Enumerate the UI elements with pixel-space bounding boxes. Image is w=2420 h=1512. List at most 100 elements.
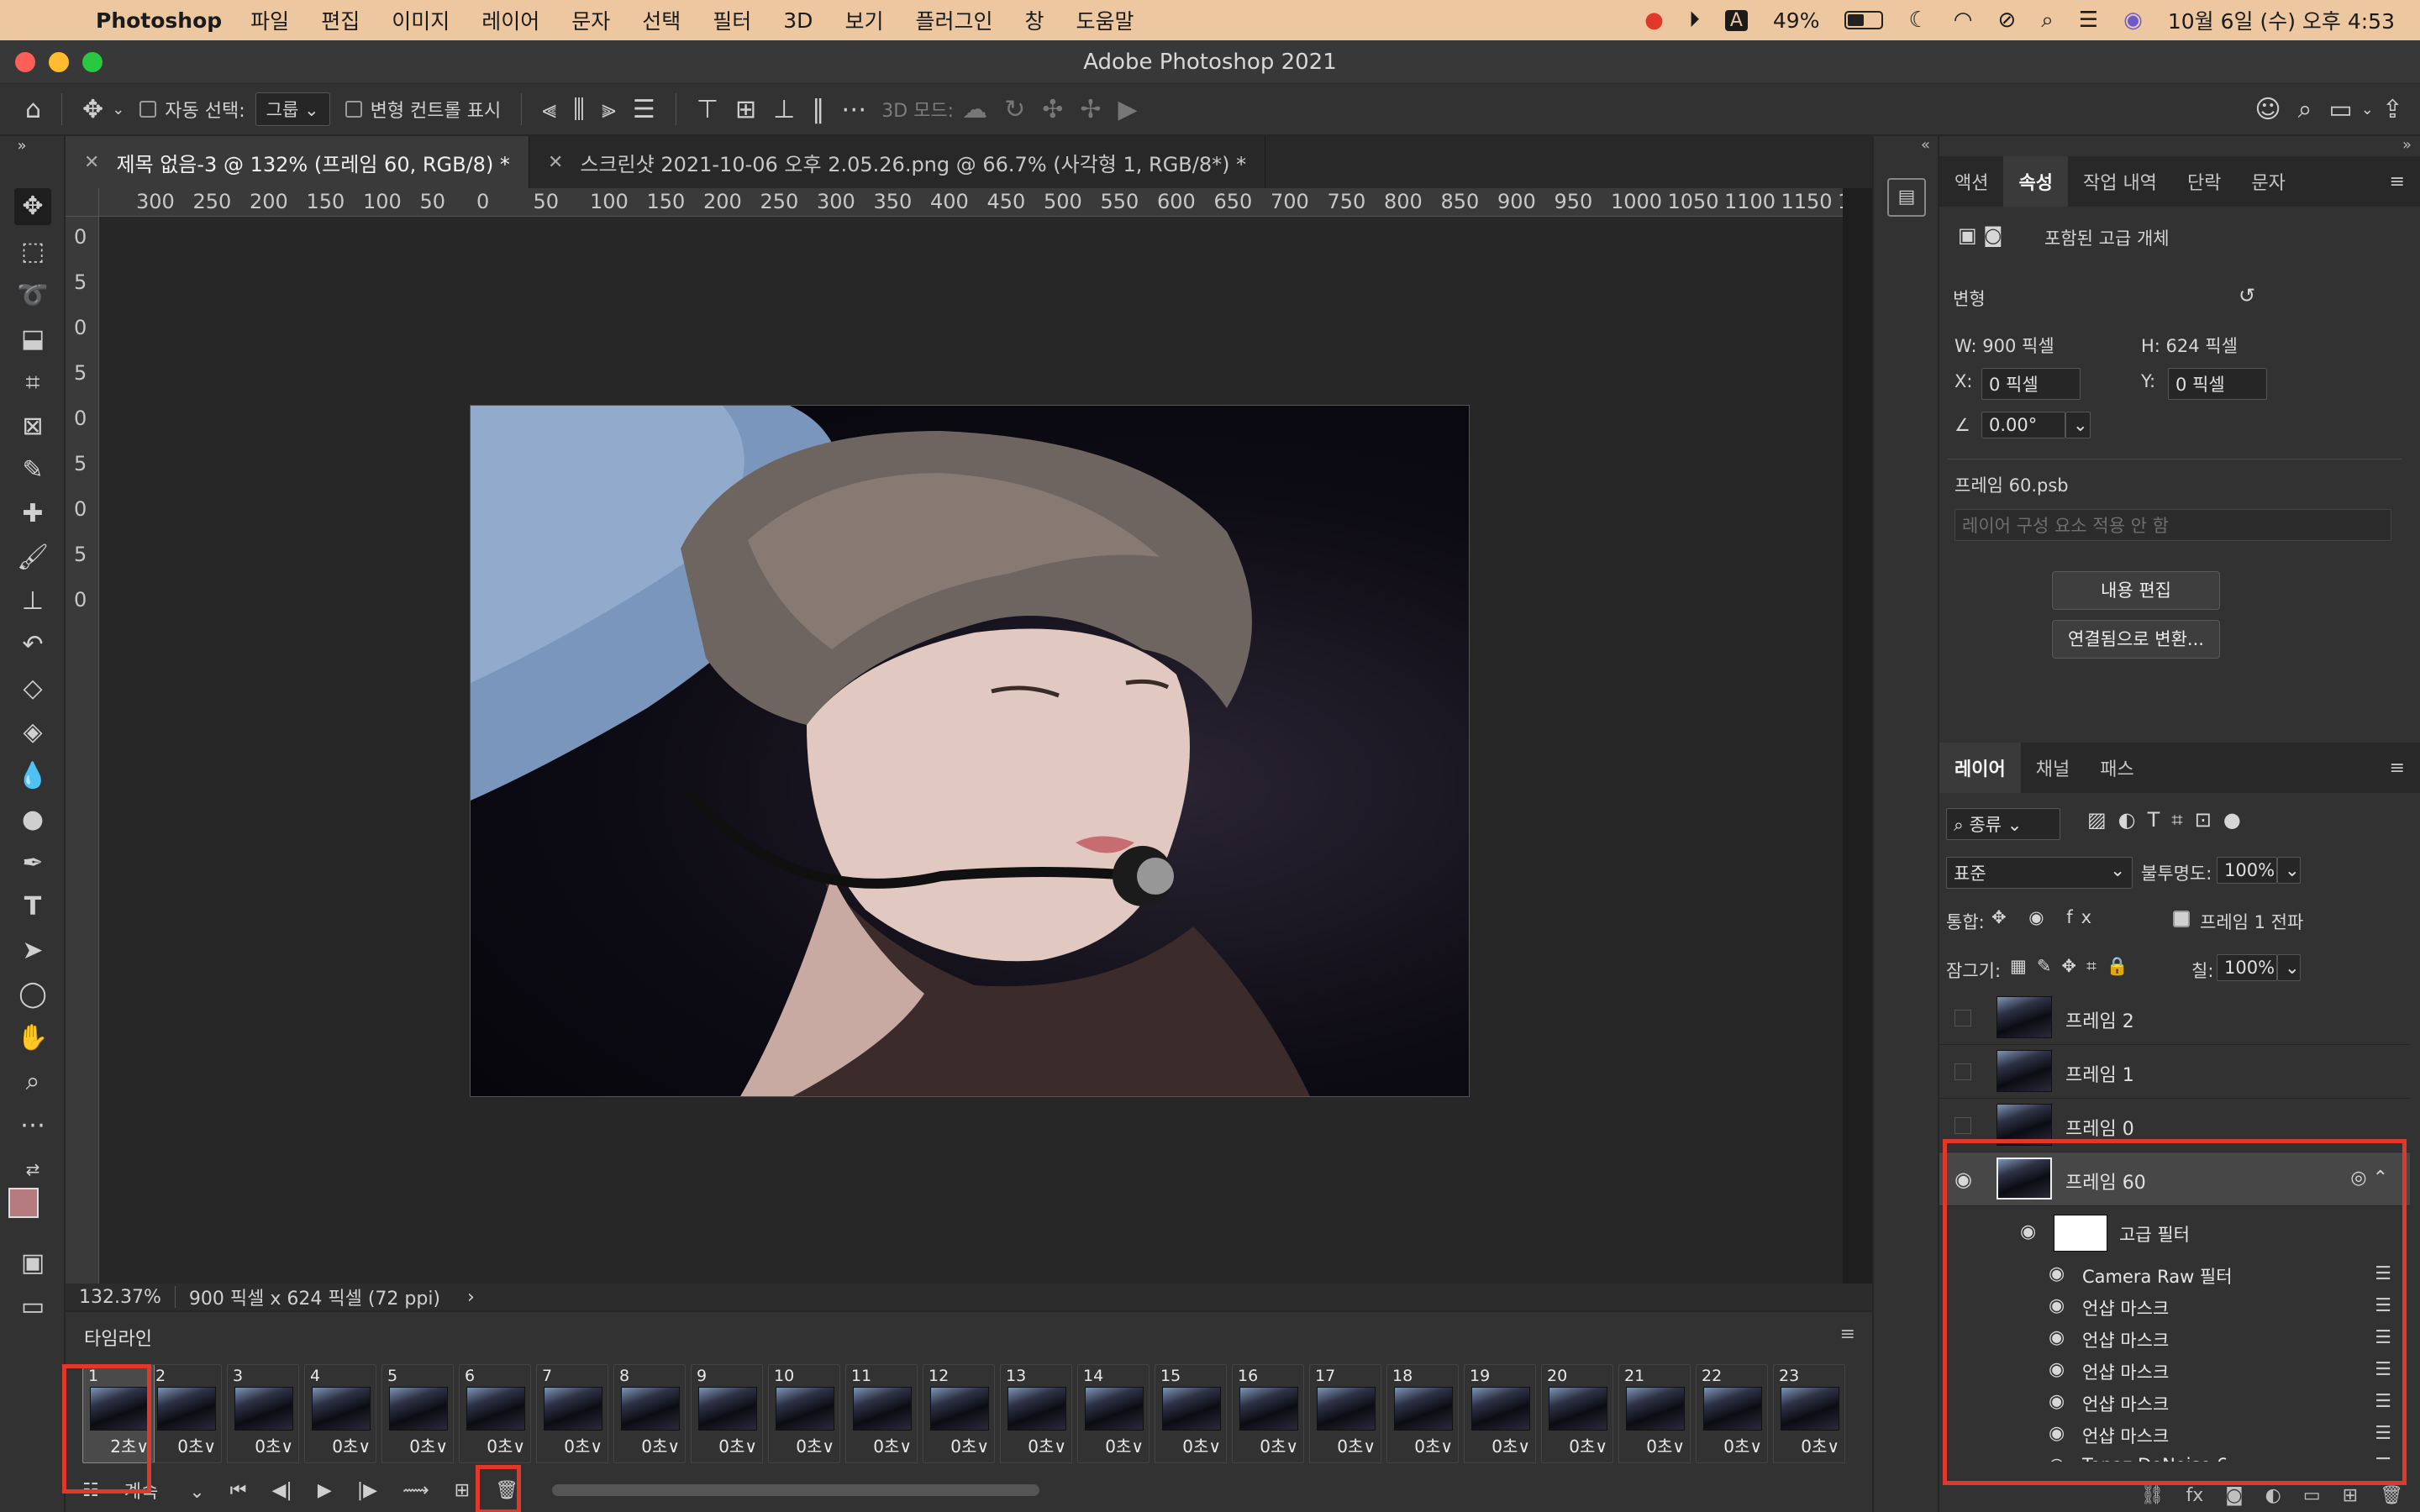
play-icon[interactable]: ▶ [318, 1480, 332, 1501]
play-circle-icon[interactable]: ⏵ [1689, 8, 1700, 34]
filter-type-icons[interactable]: ▨◐T⌗⊡● [2087, 808, 2253, 832]
blending-options-icon[interactable]: ☰ [2375, 1263, 2391, 1284]
timeline-frame[interactable]: 16 0초∨ [1232, 1364, 1304, 1463]
mute-icon[interactable]: ⊘ [1997, 8, 2016, 33]
eye-icon[interactable]: ◉ [1954, 1168, 1972, 1191]
timeline-frame[interactable]: 5 0초∨ [381, 1364, 454, 1463]
layer-comp-dropdown[interactable]: 레이어 구성 요소 적용 안 함 [1954, 509, 2391, 541]
crop-tool-icon[interactable]: ⌗ [14, 365, 51, 402]
menu-layer[interactable]: 레이어 [481, 5, 539, 35]
frame-delay-dropdown[interactable]: 0초∨ [332, 1433, 371, 1457]
timeline-frame[interactable]: 14 0초∨ [1077, 1364, 1150, 1463]
slide-3d-icon[interactable]: ✢ [1080, 95, 1101, 124]
path-select-tool-icon[interactable]: ➤ [14, 932, 51, 969]
dodge-tool-icon[interactable]: ● [14, 801, 51, 838]
orbit-3d-icon[interactable]: ☁ [962, 95, 987, 124]
smart-filter-row[interactable]: ◉ 언샵 마스크 ☰ [1939, 1322, 2410, 1354]
collapse-arrows-icon[interactable]: » [2402, 136, 2412, 154]
smart-filters-row[interactable]: ◉ 고급 필터 [1939, 1208, 2410, 1257]
visibility-toggle[interactable] [1954, 1117, 1971, 1134]
tween-icon[interactable]: ⟿ [402, 1480, 429, 1501]
smart-filter-options-icon[interactable]: ◎ ⌃ [2350, 1168, 2388, 1189]
auto-select-dropdown[interactable]: 그룹 ⌄ [255, 92, 330, 126]
layer-row-frame-1[interactable]: 프레임 1 [1939, 1045, 2410, 1099]
blending-options-icon[interactable]: ☰ [2375, 1391, 2391, 1412]
chevron-down-icon[interactable]: ⌄ [112, 101, 124, 118]
menu-plugins[interactable]: 플러그인 [915, 5, 992, 35]
timeline-frame[interactable]: 9 0초∨ [691, 1364, 763, 1463]
frame-delay-dropdown[interactable]: 0초∨ [718, 1433, 757, 1457]
panel-menu-icon[interactable]: ≡ [2375, 156, 2420, 207]
menu-3d[interactable]: 3D [783, 8, 813, 33]
menu-filter[interactable]: 필터 [713, 5, 751, 35]
add-mask-icon[interactable]: ◙ [2225, 1485, 2243, 1512]
close-icon[interactable]: ✕ [84, 152, 99, 173]
menu-image[interactable]: 이미지 [392, 5, 450, 35]
layer-filter-dropdown[interactable]: ⌕ 종류 ⌄ [1946, 808, 2060, 840]
stamp-tool-icon[interactable]: ⊥ [14, 583, 51, 620]
tab-channels[interactable]: 채널 [2021, 743, 2085, 793]
timeline-frame[interactable]: 4 0초∨ [304, 1364, 376, 1463]
quick-mask-icon[interactable]: ▣ [14, 1245, 51, 1282]
duplicate-frame-icon[interactable]: ⊞ [455, 1480, 470, 1501]
timeline-frame[interactable]: 10 0초∨ [768, 1364, 840, 1463]
menu-help[interactable]: 도움말 [1076, 5, 1134, 35]
home-icon[interactable]: ⌂ [25, 95, 41, 124]
frame-delay-dropdown[interactable]: 0초∨ [1414, 1433, 1453, 1457]
moon-icon[interactable]: ☾ [1908, 8, 1928, 33]
canvas-area[interactable] [99, 217, 1843, 1284]
transform-controls-checkbox[interactable] [345, 101, 362, 118]
menubar-clock[interactable]: 10월 6일 (수) 오후 4:53 [2168, 5, 2395, 35]
zoom-tool-icon[interactable]: ⌕ [14, 1063, 51, 1100]
frame-delay-dropdown[interactable]: 0초∨ [487, 1433, 525, 1457]
smart-filter-row[interactable]: ◉ Camera Raw 필터 ☰ [1939, 1258, 2410, 1290]
layer-row-frame-0[interactable]: 프레임 0 [1939, 1099, 2410, 1152]
fill-input[interactable]: 100% [2217, 954, 2277, 981]
move-tool-icon[interactable]: ✥ [82, 95, 103, 124]
tab-layers[interactable]: 레이어 [1939, 743, 2021, 793]
more-tools-icon[interactable]: ⋯ [14, 1107, 51, 1144]
visibility-toggle[interactable] [1954, 1063, 1971, 1080]
frame-delay-dropdown[interactable]: 0초∨ [1337, 1433, 1376, 1457]
link-layers-icon[interactable]: ⛓ [2141, 1485, 2165, 1512]
menu-select[interactable]: 선택 [642, 5, 681, 35]
timeline-frame[interactable]: 3 0초∨ [227, 1364, 299, 1463]
edit-contents-button[interactable]: 내용 편집 [2052, 571, 2220, 610]
search-icon[interactable]: ⌕ [2298, 95, 2312, 124]
timeline-frame[interactable]: 1 2초∨ [82, 1364, 155, 1463]
healing-brush-tool-icon[interactable]: ✚ [14, 496, 51, 533]
auto-select-checkbox[interactable] [139, 101, 157, 118]
timeline-frame[interactable]: 12 0초∨ [923, 1364, 995, 1463]
timeline-frame[interactable]: 17 0초∨ [1309, 1364, 1381, 1463]
document-image[interactable] [470, 405, 1470, 1097]
loop-dropdown[interactable]: 계속 ⌄ [124, 1477, 205, 1504]
align-center-icon[interactable]: ⫼ [573, 95, 585, 124]
zoom-window-button[interactable] [82, 52, 103, 72]
search-icon[interactable]: ⌕ [2041, 8, 2054, 34]
blending-options-icon[interactable]: ☰ [2375, 1455, 2391, 1462]
menu-view[interactable]: 보기 [844, 5, 883, 35]
eye-icon[interactable]: ◉ [2049, 1295, 2065, 1316]
timeline-scrollbar[interactable] [552, 1484, 1039, 1496]
convert-to-linked-button[interactable]: 연결됨으로 변환... [2052, 620, 2220, 659]
angle-input[interactable]: 0.00° [1981, 412, 2065, 438]
tab-paragraph[interactable]: 단락 [2172, 156, 2236, 207]
frame-delay-dropdown[interactable]: 0초∨ [950, 1433, 989, 1457]
blur-tool-icon[interactable]: 💧 [14, 758, 51, 795]
hand-tool-icon[interactable]: ✋ [14, 1020, 51, 1057]
timeline-frame[interactable]: 21 0초∨ [1618, 1364, 1691, 1463]
notification-badge-icon[interactable]: ● [1644, 8, 1664, 33]
foreground-color-swatch[interactable] [8, 1188, 39, 1218]
new-layer-icon[interactable]: ⊞ [2343, 1485, 2358, 1512]
eye-icon[interactable]: ◉ [2049, 1391, 2065, 1412]
smart-filter-row[interactable]: ◉ 언샵 마스크 ☰ [1939, 1418, 2410, 1450]
zoom-level[interactable]: 132.37% [66, 1287, 175, 1308]
fill-dropdown[interactable]: ⌄ [2277, 954, 2301, 981]
timeline-frame[interactable]: 18 0초∨ [1386, 1364, 1459, 1463]
chevron-down-icon[interactable]: ⌄ [2361, 101, 2374, 118]
eye-icon[interactable]: ◉ [2049, 1455, 2065, 1462]
eraser-tool-icon[interactable]: ◇ [14, 670, 51, 707]
delete-layer-icon[interactable]: 🗑 [2380, 1485, 2403, 1512]
vertical-ruler[interactable]: 0 5 0 5 0 5 0 5 0 [66, 217, 99, 1284]
camera-3d-icon[interactable]: ▶ [1118, 95, 1137, 124]
